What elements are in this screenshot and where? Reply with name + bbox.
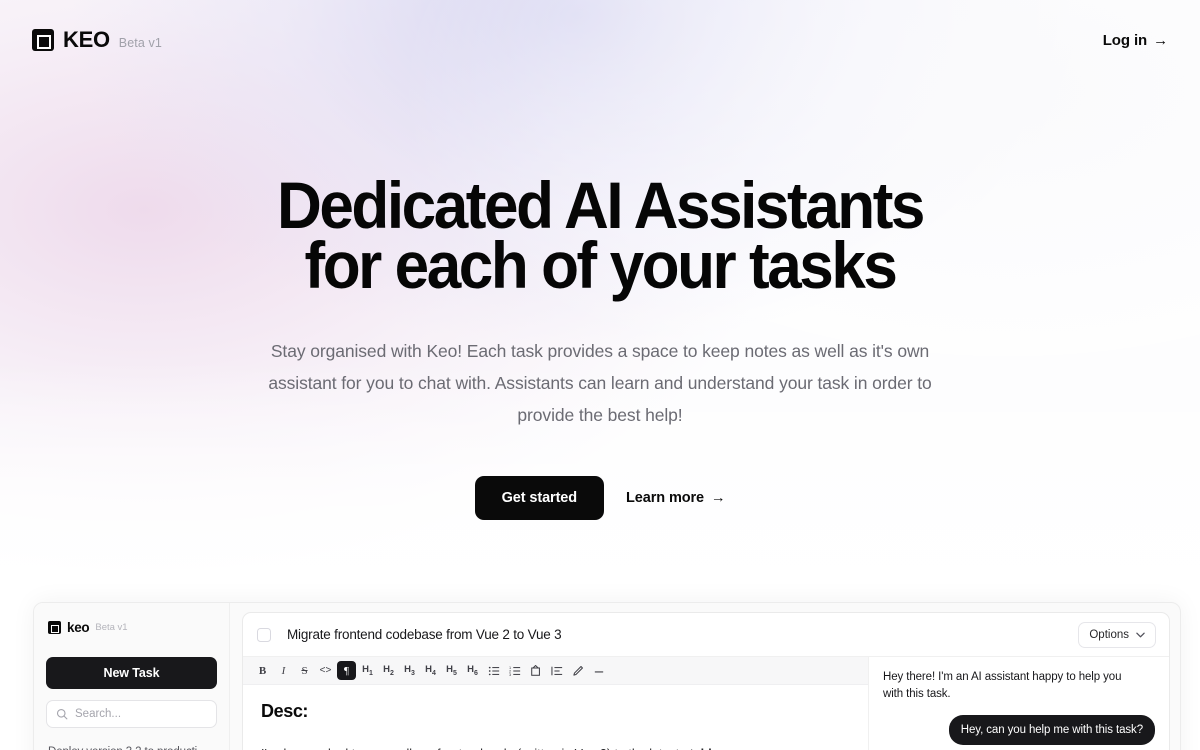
list-item[interactable]: Deploy version 3.2 to producti... bbox=[46, 742, 217, 750]
task-list: Deploy version 3.2 to producti... bbox=[46, 742, 217, 750]
user-message: Hey, can you help me with this task? bbox=[948, 715, 1155, 745]
new-task-button[interactable]: New Task bbox=[46, 657, 217, 689]
learn-more-button[interactable]: Learn more → bbox=[626, 490, 725, 506]
bullet-list-button[interactable] bbox=[484, 661, 503, 680]
heading-1-button[interactable]: H1 bbox=[358, 661, 377, 680]
horizontal-rule-button[interactable] bbox=[589, 661, 608, 680]
options-button[interactable]: Options bbox=[1078, 621, 1156, 648]
note-heading: Desc: bbox=[261, 701, 309, 721]
horizontal-rule-icon bbox=[594, 670, 603, 673]
heading-2-button[interactable]: H2 bbox=[379, 661, 398, 680]
highlighter-button[interactable] bbox=[568, 661, 587, 680]
task-body: B I S <> ¶ H1 H2 H3 H4 H5 H6 1 2 3 Desc:… bbox=[243, 657, 1169, 750]
strikethrough-button[interactable]: S bbox=[295, 661, 314, 680]
login-button[interactable]: Log in → bbox=[1103, 32, 1168, 49]
learn-more-label: Learn more bbox=[626, 490, 705, 506]
list-bullet-icon bbox=[488, 666, 499, 675]
bold-button[interactable]: B bbox=[253, 661, 272, 680]
highlighter-icon bbox=[572, 665, 583, 676]
headline-line-2: for each of your tasks bbox=[304, 228, 898, 302]
search-input[interactable] bbox=[75, 708, 207, 720]
search-box[interactable] bbox=[46, 700, 217, 728]
paragraph-button[interactable]: ¶ bbox=[337, 661, 356, 680]
brand-name: KEO bbox=[63, 27, 110, 52]
note-document[interactable]: Desc: I've been asked to move all our fr… bbox=[243, 685, 868, 750]
note-paragraph: I've been asked to move all our frontend… bbox=[261, 744, 850, 750]
heading-4-button[interactable]: H4 bbox=[421, 661, 440, 680]
preview-brand-logo[interactable]: keo Beta v1 bbox=[48, 620, 215, 635]
list-ordered-icon: 1 2 3 bbox=[509, 665, 520, 677]
keo-logo-mark-icon bbox=[48, 621, 61, 634]
task-header: Migrate frontend codebase from Vue 2 to … bbox=[243, 613, 1169, 657]
hero-subtitle: Stay organised with Keo! Each task provi… bbox=[268, 341, 932, 425]
assistant-chat-panel: Hey there! I'm an AI assistant happy to … bbox=[869, 657, 1169, 750]
headline-line-1: Dedicated AI Assistants bbox=[277, 168, 925, 242]
hero-cta-row: Get started Learn more → bbox=[0, 476, 1200, 520]
task-list-button[interactable] bbox=[526, 661, 545, 680]
task-complete-checkbox[interactable] bbox=[257, 627, 271, 642]
indent-list-button[interactable] bbox=[547, 661, 566, 680]
search-icon bbox=[56, 708, 68, 720]
ordered-list-button[interactable]: 1 2 3 bbox=[505, 661, 524, 680]
landing-page: KEO Beta v1 Log in → Dedicated AI Assist… bbox=[0, 0, 1200, 750]
app-preview: keo Beta v1 New Task Deploy version 3.2 … bbox=[33, 602, 1181, 750]
options-label: Options bbox=[1089, 628, 1129, 641]
preview-brand-beta: Beta v1 bbox=[95, 622, 128, 633]
code-button[interactable]: <> bbox=[316, 661, 335, 680]
note-editor: B I S <> ¶ H1 H2 H3 H4 H5 H6 1 2 3 Desc: bbox=[243, 657, 869, 750]
assistant-message: Hey there! I'm an AI assistant happy to … bbox=[883, 671, 1122, 700]
brand-beta-badge: Beta v1 bbox=[118, 36, 162, 50]
get-started-button[interactable]: Get started bbox=[474, 476, 605, 520]
preview-sidebar: keo Beta v1 New Task Deploy version 3.2 … bbox=[34, 603, 230, 750]
list-check-icon bbox=[530, 664, 540, 676]
page-title: Dedicated AI Assistants for each of your… bbox=[36, 168, 1164, 302]
italic-button[interactable]: I bbox=[274, 661, 293, 680]
preview-brand-name: keo bbox=[67, 620, 90, 635]
preview-main-card: Migrate frontend codebase from Vue 2 to … bbox=[242, 612, 1170, 750]
editor-toolbar: B I S <> ¶ H1 H2 H3 H4 H5 H6 1 2 3 bbox=[243, 657, 868, 685]
heading-5-button[interactable]: H5 bbox=[442, 661, 461, 680]
heading-6-button[interactable]: H6 bbox=[463, 661, 482, 680]
heading-3-button[interactable]: H3 bbox=[400, 661, 419, 680]
arrow-right-icon: → bbox=[711, 490, 726, 506]
brand-logo[interactable]: KEO Beta v1 bbox=[32, 27, 162, 53]
top-navigation-bar: KEO Beta v1 Log in → bbox=[0, 0, 1200, 80]
chevron-down-icon bbox=[1136, 632, 1145, 637]
keo-logo-mark-icon bbox=[32, 29, 54, 51]
login-label: Log in bbox=[1102, 31, 1148, 49]
list-indent-icon bbox=[550, 666, 562, 675]
svg-text:3: 3 bbox=[509, 673, 511, 677]
arrow-right-icon: → bbox=[1153, 31, 1168, 49]
task-title: Migrate frontend codebase from Vue 2 to … bbox=[287, 627, 562, 642]
